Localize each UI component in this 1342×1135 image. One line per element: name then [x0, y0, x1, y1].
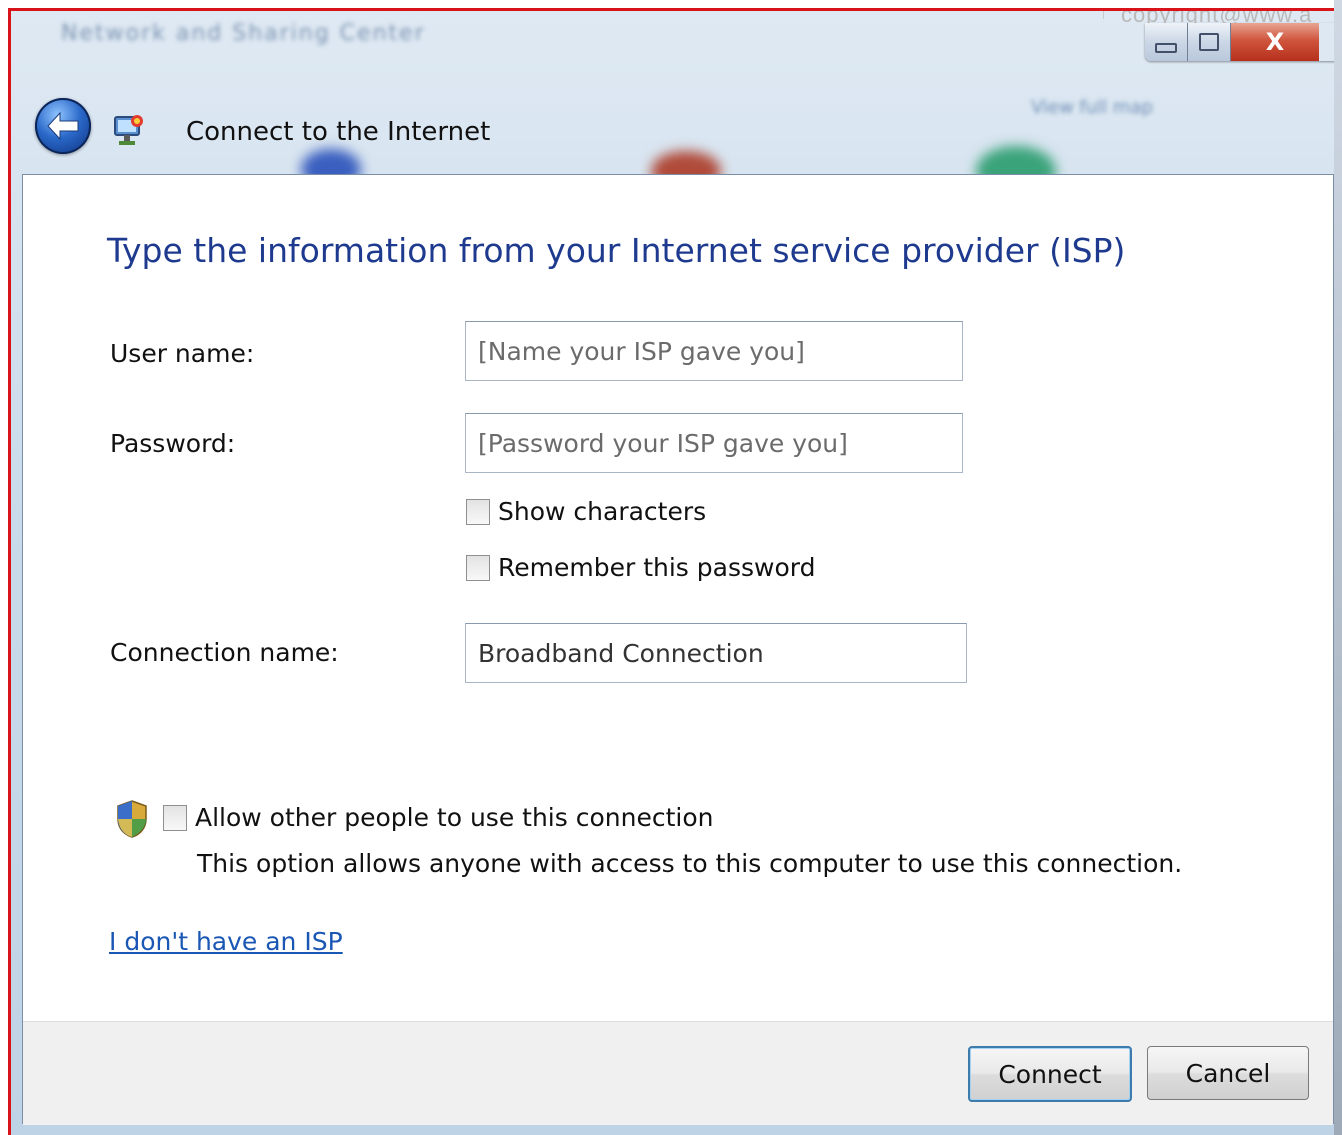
password-input[interactable]: [465, 413, 963, 473]
close-button[interactable]: X: [1231, 23, 1319, 61]
show-characters-checkbox[interactable]: [466, 498, 490, 525]
username-input[interactable]: [465, 321, 963, 381]
connection-name-input[interactable]: [465, 623, 967, 683]
close-icon: X: [1265, 28, 1285, 56]
back-arrow-icon: [47, 111, 79, 141]
background-window-link: View full map: [1031, 97, 1153, 118]
password-label: Password:: [110, 429, 236, 458]
page-title: Type the information from your Internet …: [107, 231, 1126, 270]
cancel-button[interactable]: Cancel: [1147, 1046, 1309, 1100]
wizard-panel: Type the information from your Internet …: [22, 174, 1334, 1125]
remember-password-checkbox[interactable]: [466, 554, 490, 581]
maximize-button[interactable]: [1188, 23, 1231, 61]
connection-name-label: Connection name:: [110, 638, 339, 667]
button-bar: Connect Cancel: [23, 1021, 1333, 1125]
window-controls: X: [1145, 23, 1342, 61]
remember-password-label: Remember this password: [498, 553, 816, 582]
show-characters-label: Show characters: [498, 497, 707, 526]
minimize-icon: [1155, 43, 1177, 53]
allow-others-option[interactable]: Allow other people to use this connectio…: [163, 803, 713, 832]
maximize-icon: [1199, 33, 1219, 51]
username-label: User name:: [110, 339, 255, 368]
allow-others-checkbox[interactable]: [163, 804, 187, 831]
window-right-edge: [1334, 0, 1342, 1135]
no-isp-link[interactable]: I don't have an ISP: [109, 927, 343, 956]
window-title: Connect to the Internet: [186, 117, 491, 147]
uac-shield-icon: [117, 800, 147, 838]
connect-button[interactable]: Connect: [968, 1046, 1132, 1102]
background-window-title: Network and Sharing Center: [61, 21, 426, 46]
minimize-button[interactable]: [1145, 23, 1188, 61]
watermark-divider: [1103, 11, 1104, 19]
back-button[interactable]: [35, 98, 91, 154]
allow-others-label: Allow other people to use this connectio…: [195, 803, 714, 832]
remember-password-option[interactable]: Remember this password: [466, 553, 815, 582]
allow-others-description: This option allows anyone with access to…: [197, 849, 1183, 878]
network-connection-icon: [114, 115, 143, 145]
show-characters-option[interactable]: Show characters: [466, 497, 706, 526]
